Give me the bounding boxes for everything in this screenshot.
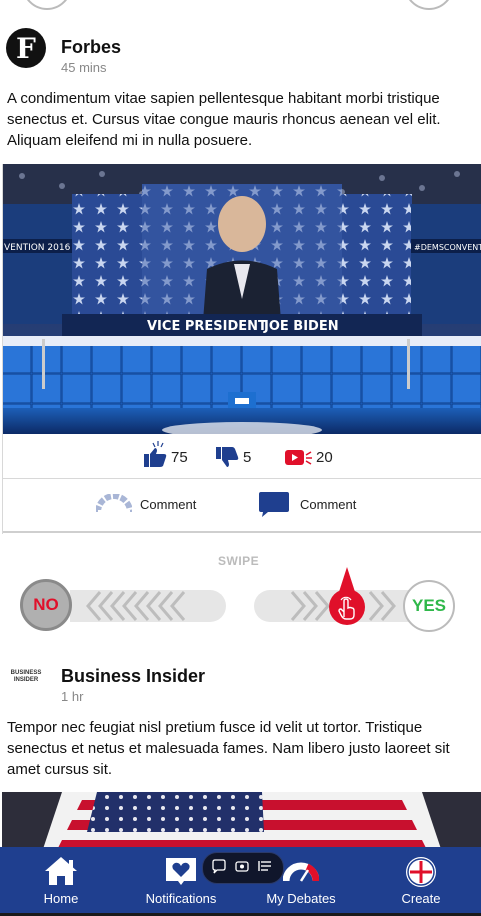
thumbs-down-icon [216,447,239,467]
chat-bubble-icon [259,492,289,517]
business-insider-avatar[interactable]: BUSINESS INSIDER [6,657,46,697]
tap-hand-icon [329,567,365,625]
heart-icon [166,858,196,885]
home-icon [45,857,77,885]
post-source-name[interactable]: Forbes [61,37,121,58]
swipe-handle[interactable] [328,567,366,627]
floating-toolbar-icons [212,859,271,874]
swipe-label: SWIPE [218,554,260,568]
video-share-icon [285,450,312,465]
stage-sign-left: VICE PRESIDENT [147,319,267,334]
eye-icon [235,861,249,872]
post-image[interactable] [2,792,481,852]
post-text: A condimentum vitae sapien pellentesque … [7,90,441,149]
forbes-logo-icon: F [7,29,45,67]
nav-label: Notifications [145,891,217,906]
thumbs-up-icon [144,441,167,467]
share-button[interactable] [284,448,314,468]
business-insider-logo-text: BUSINESS INSIDER [10,670,42,683]
yes-button[interactable]: YES [403,580,455,632]
stage-sign-right: JOE BIDEN [263,319,339,334]
divider [2,478,481,479]
side-sign-right: #DEMSCONVENTION [414,243,481,252]
list-icon [258,861,271,871]
dislike-button[interactable] [214,446,240,472]
nav-home[interactable]: Home [1,847,121,916]
nav-create[interactable]: Create [361,847,481,916]
side-sign-left: VENTION 2016 [4,243,71,253]
nav-label: My Debates [266,891,336,906]
svg-text:F: F [16,32,36,65]
post-timestamp: 45 mins [61,60,107,75]
chat-icon [212,859,226,874]
post-text: Tempor nec feugiat nisl pretium fusce id… [7,719,450,778]
comment-label[interactable]: Comment [300,497,356,512]
no-button[interactable]: NO [20,579,72,631]
post-timestamp: 1 hr [61,689,84,704]
post-source-name[interactable]: Business Insider [61,666,205,687]
share-count: 20 [316,449,333,466]
divider [2,531,481,533]
card-border [2,164,3,534]
chat-comment-button[interactable] [258,492,290,518]
american-flag-image [2,792,481,852]
post-image[interactable]: VENTION 2016 #DEMSCONVENTION VICE PRESID… [2,164,481,434]
floating-toolbar[interactable] [202,852,284,884]
dislike-count: 5 [243,449,252,466]
forbes-avatar[interactable]: F [6,28,46,68]
gauge-comment-button[interactable] [95,493,133,514]
gauge-icon [95,493,133,513]
prev-no-button-edge[interactable] [22,0,72,10]
prev-yes-button-edge[interactable] [404,0,454,10]
comment-label[interactable]: Comment [140,497,196,512]
convention-stage-image: VENTION 2016 #DEMSCONVENTION VICE PRESID… [2,164,481,434]
like-button[interactable] [142,440,168,468]
nav-label: Create [401,891,441,906]
gauge-icon [283,862,319,882]
like-count: 75 [171,449,188,466]
plus-circle-icon [406,857,436,887]
nav-label: Home [43,891,79,906]
